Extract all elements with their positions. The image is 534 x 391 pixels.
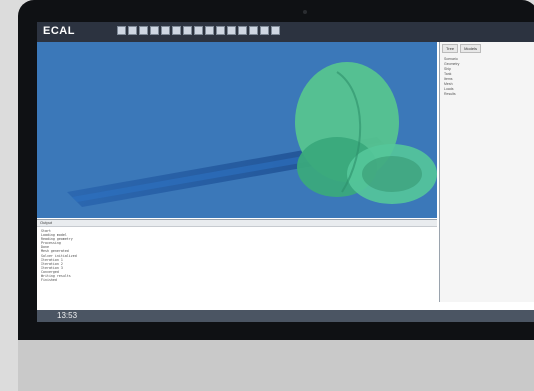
toolbar-button-icon[interactable] — [227, 26, 236, 35]
toolbar-button-icon[interactable] — [249, 26, 258, 35]
app-screen: ECAL Tree Models Scenario Geometry Ship … — [37, 22, 534, 322]
3d-scene — [67, 62, 437, 207]
log-header: Output — [37, 220, 437, 227]
3d-viewport[interactable] — [37, 42, 437, 218]
app-logo: ECAL — [43, 25, 75, 37]
right-panel-tabs: Tree Models — [440, 42, 534, 55]
title-bar: ECAL — [37, 22, 534, 42]
toolbar — [117, 26, 280, 35]
toolbar-button-icon[interactable] — [194, 26, 203, 35]
monitor-chin — [18, 340, 534, 391]
toolbar-button-icon[interactable] — [172, 26, 181, 35]
tree-view[interactable]: Scenario Geometry Ship Tank Items Mesh L… — [440, 55, 534, 99]
toolbar-button-icon[interactable] — [260, 26, 269, 35]
clock: 13:53 — [57, 311, 78, 320]
toolbar-button-icon[interactable] — [128, 26, 137, 35]
log-panel: Output Start Loading model Reading geome… — [37, 219, 437, 303]
toolbar-button-icon[interactable] — [150, 26, 159, 35]
camera-icon — [303, 10, 307, 14]
log-line: Finished — [41, 278, 57, 283]
tab-tree[interactable]: Tree — [442, 44, 459, 53]
tab-models[interactable]: Models — [460, 44, 481, 53]
status-bar: 13:53 — [37, 310, 534, 322]
toolbar-button-icon[interactable] — [117, 26, 126, 35]
tree-item[interactable]: Results — [444, 92, 531, 97]
toolbar-button-icon[interactable] — [271, 26, 280, 35]
toolbar-button-icon[interactable] — [183, 26, 192, 35]
log-lines: Start Loading model Reading geometry Pro… — [37, 227, 437, 284]
toolbar-button-icon[interactable] — [216, 26, 225, 35]
right-panel: Tree Models Scenario Geometry Ship Tank … — [439, 42, 534, 302]
bowl-inner-shape — [362, 156, 422, 192]
toolbar-button-icon[interactable] — [161, 26, 170, 35]
toolbar-button-icon[interactable] — [139, 26, 148, 35]
toolbar-button-icon[interactable] — [205, 26, 214, 35]
toolbar-button-icon[interactable] — [238, 26, 247, 35]
